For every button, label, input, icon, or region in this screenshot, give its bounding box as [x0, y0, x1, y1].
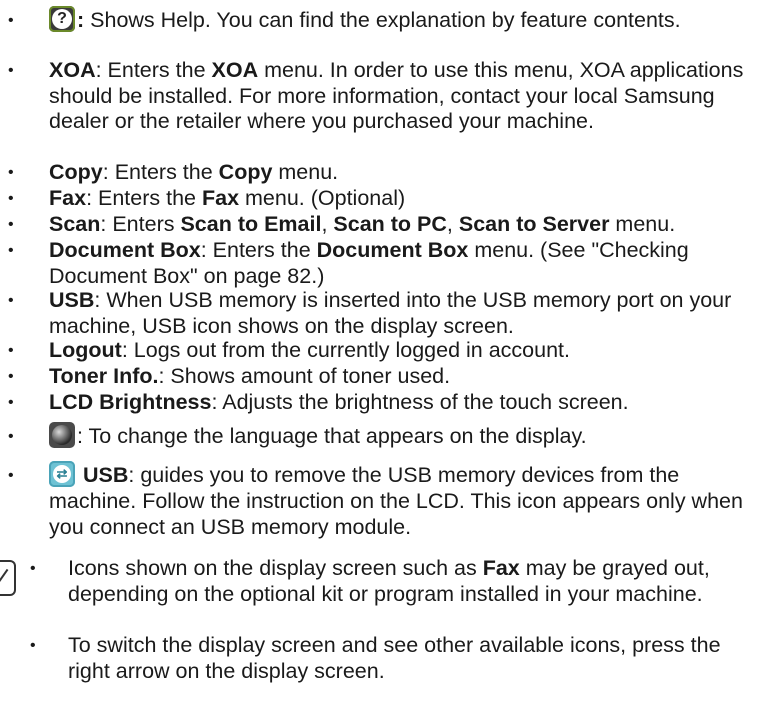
usb-icon: ⇄	[49, 461, 75, 488]
note-icon	[0, 560, 16, 596]
globe-icon	[49, 422, 75, 449]
help-icon: ?	[49, 6, 75, 33]
